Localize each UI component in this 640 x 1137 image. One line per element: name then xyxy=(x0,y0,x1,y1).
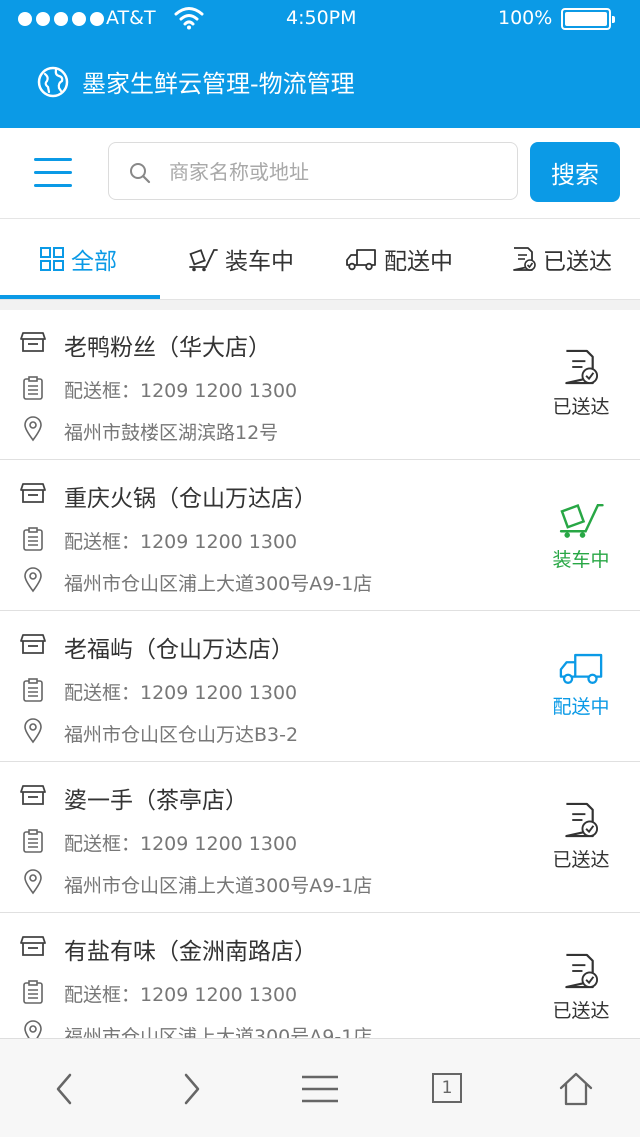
tab-loading[interactable]: 装车中 xyxy=(188,219,294,299)
status-label: 配送中 xyxy=(552,696,610,718)
location-pin-icon xyxy=(24,718,42,744)
store-address: 福州市仓山区浦上大道300号A9-1店 xyxy=(64,875,373,897)
tab-delivering[interactable]: 配送中 xyxy=(345,219,453,299)
header-title-row: 墨家生鲜云管理-物流管理 xyxy=(36,64,355,99)
cart-icon xyxy=(189,249,218,272)
delivery-box-number: 配送框：1209 1200 1300 xyxy=(64,531,298,553)
store-icon xyxy=(20,332,46,352)
location-pin-icon xyxy=(24,869,42,895)
store-icon xyxy=(20,483,46,503)
search-button[interactable]: 搜索 xyxy=(530,142,620,202)
delivery-box-number: 配送框：1209 1200 1300 xyxy=(64,380,298,402)
cart-icon xyxy=(559,503,604,538)
tab-label: 装车中 xyxy=(225,249,294,275)
truck-icon xyxy=(346,249,376,271)
store-name: 重庆火锅（仓山万达店） xyxy=(64,486,317,512)
location-pin-icon xyxy=(24,416,42,442)
forward-arrow-icon[interactable] xyxy=(174,1071,210,1107)
delivery-box-number: 配送框：1209 1200 1300 xyxy=(64,984,298,1006)
location-pin-icon xyxy=(24,567,42,593)
search-icon xyxy=(130,163,151,184)
delivery-status: 已送达 xyxy=(540,801,622,872)
clipboard-icon xyxy=(23,376,43,400)
list-item[interactable]: 有盐有味（金洲南路店） 配送框：1209 1200 1300 福州市仓山区浦上大… xyxy=(0,914,640,1038)
status-label: 已送达 xyxy=(552,849,610,871)
battery-icon xyxy=(561,8,615,30)
store-address: 福州市鼓楼区湖滨路12号 xyxy=(64,422,279,444)
store-name: 有盐有味（金洲南路店） xyxy=(64,939,317,965)
delivery-status: 已送达 xyxy=(540,952,622,1023)
hamburger-menu-icon[interactable] xyxy=(34,158,72,188)
status-bar: AT&T 4:50PM 100% xyxy=(0,0,640,40)
active-tab-indicator xyxy=(0,295,160,299)
list-item[interactable]: 重庆火锅（仓山万达店） 配送框：1209 1200 1300 福州市仓山区浦上大… xyxy=(0,461,640,611)
order-list: 老鸭粉丝（华大店） 配送框：1209 1200 1300 福州市鼓楼区湖滨路12… xyxy=(0,310,640,1038)
grid-icon xyxy=(40,247,64,271)
tab-label: 已送达 xyxy=(543,249,612,275)
delivered-doc-icon xyxy=(513,247,536,271)
store-name: 婆一手（茶亭店） xyxy=(64,788,248,814)
bottom-nav: 1 xyxy=(0,1038,640,1137)
location-pin-icon xyxy=(24,1020,42,1038)
delivery-status: 配送中 xyxy=(540,650,622,719)
carrier-label: AT&T xyxy=(106,7,156,29)
delivery-status: 已送达 xyxy=(540,348,622,419)
delivered-doc-icon xyxy=(565,349,599,385)
tab-label: 配送中 xyxy=(384,249,453,275)
store-address: 福州市仓山区浦上大道300号A9-1店 xyxy=(64,1026,373,1038)
status-label: 已送达 xyxy=(552,396,610,418)
store-icon xyxy=(20,936,46,956)
tab-delivered[interactable]: 已送达 xyxy=(512,219,612,299)
delivered-doc-icon xyxy=(565,802,599,838)
store-address: 福州市仓山区浦上大道300号A9-1店 xyxy=(64,573,373,595)
list-item[interactable]: 老福屿（仓山万达店） 配送框：1209 1200 1300 福州市仓山区仓山万达… xyxy=(0,612,640,762)
status-tabs: 全部 装车中 配送中 已送达 xyxy=(0,219,640,300)
truck-icon xyxy=(559,653,603,684)
delivery-status: 装车中 xyxy=(540,499,622,572)
search-input[interactable] xyxy=(167,143,501,201)
signal-strength-icon xyxy=(18,12,104,26)
page-title: 墨家生鲜云管理-物流管理 xyxy=(82,70,355,98)
clipboard-icon xyxy=(23,980,43,1004)
delivery-box-number: 配送框：1209 1200 1300 xyxy=(64,682,298,704)
store-name: 老鸭粉丝（华大店） xyxy=(64,335,271,361)
status-label: 已送达 xyxy=(552,1000,610,1022)
store-address: 福州市仓山区仓山万达B3-2 xyxy=(64,724,299,746)
back-arrow-icon[interactable] xyxy=(46,1071,82,1107)
clipboard-icon xyxy=(23,829,43,853)
status-label: 装车中 xyxy=(552,549,610,571)
search-bar: 搜索 xyxy=(0,128,640,219)
delivery-box-number: 配送框：1209 1200 1300 xyxy=(64,833,298,855)
store-name: 老福屿（仓山万达店） xyxy=(64,637,294,663)
store-icon xyxy=(20,634,46,654)
menu-icon[interactable] xyxy=(302,1071,338,1107)
store-icon xyxy=(20,785,46,805)
battery-percent: 100% xyxy=(498,7,553,29)
home-icon[interactable] xyxy=(558,1071,594,1107)
clipboard-icon xyxy=(23,527,43,551)
list-item[interactable]: 老鸭粉丝（华大店） 配送框：1209 1200 1300 福州市鼓楼区湖滨路12… xyxy=(0,310,640,460)
delivered-doc-icon xyxy=(565,953,599,989)
wifi-icon xyxy=(174,7,204,30)
tab-label: 全部 xyxy=(71,249,117,275)
clock: 4:50PM xyxy=(286,7,357,29)
tab-all[interactable]: 全部 xyxy=(40,219,117,299)
clipboard-icon xyxy=(23,678,43,702)
app-header: AT&T 4:50PM 100% 墨家生鲜云管理-物流管理 xyxy=(0,0,640,128)
search-box xyxy=(108,142,518,201)
tabs-count-icon[interactable]: 1 xyxy=(432,1073,462,1103)
tab-count: 1 xyxy=(441,1078,453,1098)
globe-icon xyxy=(37,66,69,97)
list-item[interactable]: 婆一手（茶亭店） 配送框：1209 1200 1300 福州市仓山区浦上大道30… xyxy=(0,763,640,913)
